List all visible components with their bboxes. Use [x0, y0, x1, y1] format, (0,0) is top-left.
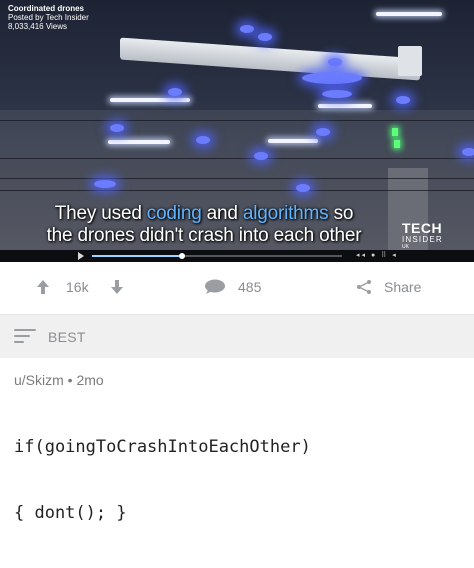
green-light: [394, 140, 400, 148]
comment-body: if(goingToCrashIntoEachOther) { dont(); …: [14, 392, 311, 568]
wire: [0, 190, 474, 191]
comment-bubble-icon[interactable]: [204, 279, 226, 295]
arrow-up-icon[interactable]: [36, 279, 50, 295]
ceiling-light: [110, 98, 190, 102]
brand-line-2: INSIDER: [402, 235, 443, 244]
drone-light: [328, 58, 342, 66]
caption-line-1: They used coding and algorithms so: [14, 203, 394, 225]
drone-light: [296, 184, 310, 192]
overlay-title: Coordinated drones: [8, 4, 85, 13]
comments-button[interactable]: 485: [204, 279, 261, 295]
share-icon[interactable]: [356, 279, 372, 295]
comment-line-2: { dont(); }: [14, 503, 127, 523]
progress-fill: [92, 255, 182, 257]
downvote-button[interactable]: [110, 279, 124, 295]
drone-light: [396, 96, 410, 104]
comment: u/Skizm • 2mo if(goingToCrashIntoEachOth…: [0, 358, 474, 523]
tech-insider-logo: TECH INSIDER UK: [402, 220, 448, 250]
player-controls: ◂◂ ● ⠿ ◂: [0, 250, 474, 262]
progress-knob[interactable]: [179, 253, 185, 259]
drone-light: [168, 88, 182, 96]
post-action-bar: 16k 485 Share: [0, 262, 474, 314]
green-light: [392, 128, 398, 136]
brand-line-1: TECH: [402, 220, 443, 236]
drone-light: [240, 25, 254, 33]
caption-line-2: the drones didn't crash into each other: [46, 225, 362, 246]
ceiling-light: [268, 139, 318, 143]
caption-text: They used: [54, 203, 147, 224]
video-caption: They used coding and algorithms so the d…: [14, 203, 394, 247]
caption-text: and: [201, 203, 243, 224]
arrow-down-icon[interactable]: [110, 279, 124, 295]
vote-count: 16k: [66, 279, 89, 295]
comment-line-1: if(goingToCrashIntoEachOther): [14, 437, 311, 457]
drone-light: [322, 90, 352, 98]
upvote-button[interactable]: [36, 279, 50, 295]
ceiling-light: [108, 140, 170, 144]
ceiling-light: [318, 104, 372, 108]
sort-label[interactable]: BEST: [48, 329, 86, 345]
drone-light: [258, 33, 272, 41]
drone-light: [462, 148, 474, 156]
sort-icon: [14, 329, 36, 347]
caption-highlight: algorithms: [242, 203, 329, 224]
comment-meta[interactable]: u/Skizm • 2mo: [14, 372, 104, 388]
ceiling-light: [376, 12, 442, 16]
share-button[interactable]: Share: [356, 279, 421, 295]
overlay-view-count: 8,033,416 Views: [8, 22, 68, 31]
wire: [0, 178, 474, 179]
play-icon[interactable]: [78, 252, 84, 260]
drone-light: [94, 180, 116, 188]
progress-bar[interactable]: [92, 253, 342, 259]
player-extra-controls[interactable]: ◂◂ ● ⠿ ◂: [356, 251, 398, 259]
video-player[interactable]: Coordinated drones Posted by Tech Inside…: [0, 0, 474, 262]
duct-box: [398, 46, 422, 76]
drone-light: [254, 152, 268, 160]
drone-light: [302, 72, 362, 84]
wire: [0, 158, 474, 159]
caption-highlight: coding: [146, 203, 202, 224]
comment-sort-bar[interactable]: BEST: [0, 314, 474, 359]
overlay-posted-by: Posted by Tech Insider: [8, 13, 89, 22]
drone-light: [316, 128, 330, 136]
share-label: Share: [384, 279, 422, 295]
drone-light: [110, 124, 124, 132]
caption-text: so: [328, 203, 354, 224]
drone-light: [196, 136, 210, 144]
wire: [0, 120, 474, 121]
video-overlay-title: Coordinated drones Posted by Tech Inside…: [8, 4, 89, 31]
comment-count: 485: [238, 279, 262, 295]
